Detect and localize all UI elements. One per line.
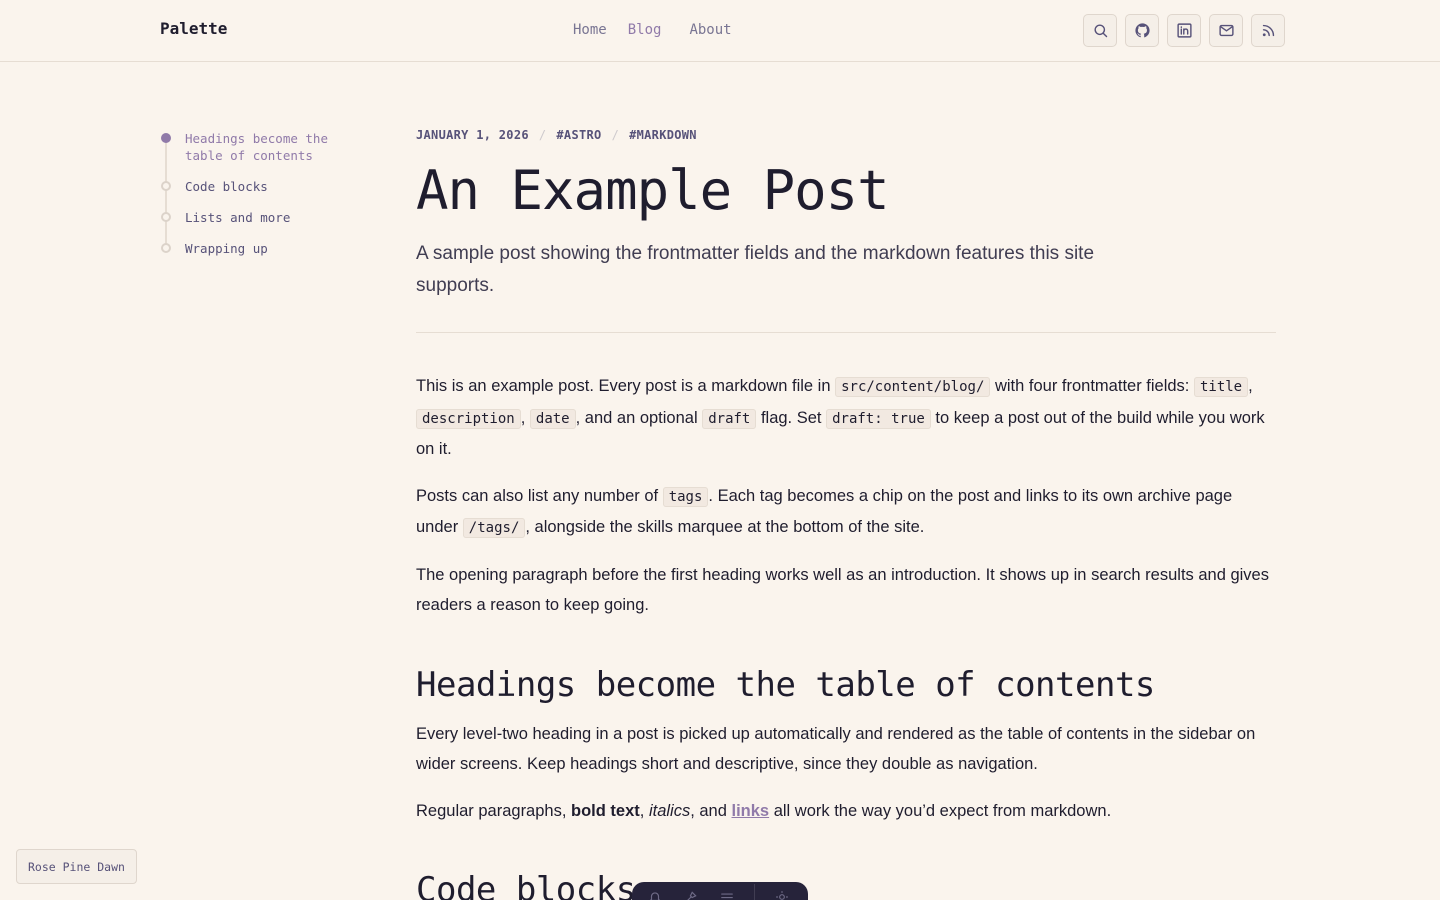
post-body: This is an example post. Every post is a… <box>416 371 1276 900</box>
brush-icon <box>687 891 697 900</box>
brand-logo[interactable]: Palette <box>160 19 227 38</box>
dock-divider <box>754 884 755 900</box>
toc-link-wrapping-up[interactable]: Wrapping up <box>185 240 360 257</box>
post-date: JANUARY 1, 2026 <box>416 128 529 142</box>
settings-icon <box>776 891 788 900</box>
search-button[interactable] <box>1083 14 1117 47</box>
inline-code: /tags/ <box>462 518 526 538</box>
paragraph-tags: Posts can also list any number of tags. … <box>416 486 1233 538</box>
site-header: Palette Home Blog About <box>0 0 1440 62</box>
inline-code: description <box>416 408 521 429</box>
inline-code: date <box>529 408 576 429</box>
toc-item[interactable]: Headings become the table of contents <box>160 130 360 164</box>
inline-link[interactable]: links <box>732 802 770 820</box>
nav-blog[interactable]: Blog <box>628 22 662 38</box>
linkedin-icon <box>1176 23 1192 38</box>
inline-code: tags <box>662 486 709 507</box>
bold-text: bold text <box>571 801 640 820</box>
post-title: An Example Post <box>416 159 890 222</box>
toc-link-headings[interactable]: Headings become the table of contents <box>185 130 360 164</box>
rss-button[interactable] <box>1251 14 1285 47</box>
tag-markdown[interactable]: #MARKDOWN <box>629 128 697 142</box>
bottom-dock <box>632 882 808 900</box>
inline-code: draft: true <box>826 408 931 429</box>
main-nav: Home Blog About <box>573 22 753 38</box>
inline-code: src/content/blog/ <box>835 377 991 397</box>
paragraph-formatting: Regular paragraphs, bold text, italics, … <box>416 801 1112 820</box>
meta-separator: / <box>538 128 547 142</box>
paragraph-intro: This is an example post. Every post is a… <box>416 377 1265 458</box>
header-icon-group <box>1083 14 1285 47</box>
bell-icon <box>650 892 660 900</box>
post-meta: JANUARY 1, 2026 / #ASTRO / #MARKDOWN <box>416 126 1276 144</box>
toc-item[interactable]: Lists and more <box>160 209 360 226</box>
search-icon <box>1093 24 1107 38</box>
post-article: JANUARY 1, 2026 / #ASTRO / #MARKDOWN An … <box>416 126 1276 900</box>
dock-button[interactable] <box>773 890 791 900</box>
tag-astro[interactable]: #ASTRO <box>556 128 601 142</box>
toc-dot <box>161 212 171 222</box>
post-description: A sample post showing the frontmatter fi… <box>416 243 1095 296</box>
linkedin-button[interactable] <box>1167 14 1201 47</box>
dock-button[interactable] <box>646 890 664 900</box>
nav-home[interactable]: Home <box>573 22 607 38</box>
github-button[interactable] <box>1125 14 1159 47</box>
theme-switcher-button[interactable]: Rose Pine Dawn <box>16 849 137 884</box>
inline-code: draft <box>702 408 757 429</box>
heading-code-blocks: Code blocks <box>416 870 636 900</box>
rss-icon <box>1262 24 1274 37</box>
github-icon <box>1134 23 1150 38</box>
toc-link-lists[interactable]: Lists and more <box>185 209 360 226</box>
dock-button[interactable] <box>682 890 700 900</box>
toc-dot-active <box>161 133 171 143</box>
dock-button[interactable] <box>718 890 736 900</box>
menu-icon <box>721 893 733 899</box>
toc-item[interactable]: Code blocks <box>160 178 360 195</box>
toc-dot <box>161 243 171 253</box>
nav-about[interactable]: About <box>689 22 731 38</box>
toc-item[interactable]: Wrapping up <box>160 240 360 257</box>
mail-icon <box>1218 24 1234 37</box>
mail-button[interactable] <box>1209 14 1243 47</box>
toc-dot <box>161 181 171 191</box>
meta-separator: / <box>611 128 620 142</box>
divider <box>416 332 1276 333</box>
heading-toc: Headings become the table of contents <box>416 664 1155 705</box>
paragraph-headings: Every level-two heading in a post is pic… <box>416 724 1256 774</box>
italic-text: italics <box>648 801 691 820</box>
inline-code: title <box>1193 377 1249 397</box>
paragraph-opening: The opening paragraph before the first h… <box>416 565 1269 615</box>
table-of-contents: Headings become the table of contents Co… <box>160 130 360 271</box>
toc-link-code-blocks[interactable]: Code blocks <box>185 178 360 195</box>
